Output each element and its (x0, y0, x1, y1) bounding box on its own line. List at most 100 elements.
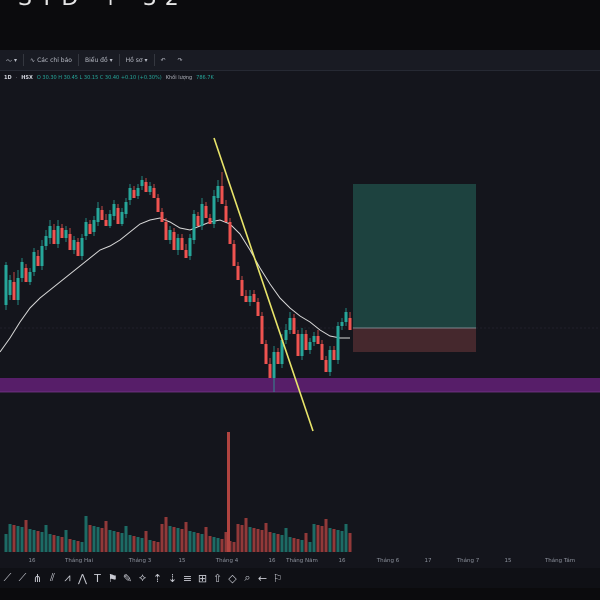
volume-bar (188, 531, 192, 552)
legend-separator: · (15, 75, 18, 81)
volume-bar (344, 524, 348, 552)
drawing-toolbar: ⟋ ⟋ ⋔ ⫽ ⩘ ⋀ T ⚑ ✎ ⟡ ⇡ ⇣ ≡ ⊞ ⇧ ◇ ⌕ ← ⚐ (0, 568, 600, 588)
ray-icon[interactable]: ⟋ (17, 571, 28, 585)
arrow-left-icon[interactable]: ← (257, 572, 268, 585)
indicators-icon: ∿ (30, 56, 36, 64)
volume-bar (32, 530, 36, 552)
note-icon[interactable]: ⚑ (107, 572, 118, 585)
candle-body (328, 350, 332, 372)
volume-bar (136, 537, 140, 552)
candle-body (144, 182, 148, 192)
candle-body (348, 318, 352, 330)
volume-bar (164, 517, 168, 552)
x-axis-tick-label: 16 (269, 558, 276, 564)
long-position-stop-zone (353, 328, 476, 352)
x-axis-tick-label: Tháng 7 (456, 557, 480, 564)
arrow-up-icon[interactable]: ⇧ (212, 572, 223, 585)
long-position-icon[interactable]: ⇡ (152, 572, 163, 585)
redo-button[interactable]: ↷ (172, 50, 189, 70)
text-icon[interactable]: T (92, 572, 103, 585)
candle-body (224, 206, 228, 222)
volume-bar (340, 531, 344, 552)
candle-body (196, 216, 200, 226)
channel-icon[interactable]: ⫽ (47, 571, 58, 585)
volume-bar (280, 535, 284, 552)
zoom-icon[interactable]: ⌕ (242, 571, 253, 585)
candle-body (68, 234, 72, 250)
chart-top-toolbar: 〜 ▾ ∿ Các chỉ báo Biểu đồ ▾ Hồ sơ ▾ ↶ ↷ (0, 50, 600, 71)
candle-body (52, 230, 56, 244)
x-axis-tick-label: 16 (29, 558, 36, 564)
candle-body (244, 296, 248, 302)
fib-icon[interactable]: ≡ (182, 572, 193, 585)
volume-bar (276, 534, 280, 552)
measure-icon[interactable]: ⟡ (137, 571, 148, 585)
volume-bar (192, 532, 196, 552)
candle-body (288, 318, 292, 330)
candle-body (176, 238, 180, 250)
legend-volume-label: Khối lượng (165, 75, 193, 81)
candle-body (84, 222, 88, 236)
candle-body (156, 198, 160, 212)
volume-bar (180, 529, 184, 552)
volume-bar (324, 519, 328, 552)
volume-bar (336, 530, 340, 552)
pattern-icon[interactable]: ⩘ (62, 571, 73, 585)
x-axis-tick-label: Tháng Hai (64, 557, 93, 564)
short-position-icon[interactable]: ⇣ (167, 572, 178, 585)
candle-body (304, 334, 308, 350)
profile-button[interactable]: Hồ sơ ▾ (120, 50, 154, 70)
line-style-button[interactable]: 〜 ▾ (0, 50, 23, 70)
x-axis-tick-label: Tháng 4 (215, 557, 239, 564)
candle-body (228, 222, 232, 244)
volume-bar (248, 527, 252, 552)
chart-legend: 1D · HSX O 30.30 H 30.45 L 30.15 C 30.40… (0, 73, 214, 83)
volume-bar (4, 534, 8, 552)
indicators-button[interactable]: ∿ Các chỉ báo (24, 50, 78, 70)
candle-body (116, 208, 120, 224)
candle-body (292, 318, 296, 334)
volume-bar (208, 536, 212, 552)
volume-bar (40, 532, 44, 552)
undo-button[interactable]: ↶ (155, 50, 172, 70)
chart-type-label: Biểu đồ (84, 56, 108, 64)
brush-icon[interactable]: ✎ (122, 572, 133, 585)
x-axis-tick-label: Tháng Tám (544, 557, 575, 564)
candle-body (312, 336, 316, 342)
volume-bar (236, 524, 240, 552)
volume-bar (256, 529, 260, 552)
pitchfork-icon[interactable]: ⋔ (32, 572, 43, 585)
volume-bar (84, 516, 88, 552)
price-chart[interactable]: 16 Tháng Hai Tháng 3 15 Tháng 4 16 Tháng Năm 16… (0, 84, 600, 568)
candle-body (344, 312, 348, 322)
candle-body (132, 190, 136, 198)
candle-body (20, 262, 24, 278)
volume-bar (72, 540, 76, 552)
candle-body (112, 204, 116, 216)
x-axis-tick-label: Tháng 6 (376, 557, 400, 564)
candle-body (160, 212, 164, 222)
gann-icon[interactable]: ⊞ (197, 572, 208, 585)
volume-bar (172, 527, 176, 552)
volume-bar (152, 541, 156, 552)
volume-bar (124, 526, 128, 552)
volume-bar (44, 525, 48, 552)
volume-bar (296, 539, 300, 552)
candle-body (148, 186, 152, 192)
candle-body (140, 180, 144, 186)
candle-body (28, 272, 32, 282)
wave-icon[interactable]: ⋀ (77, 572, 88, 585)
long-position-target-zone (353, 184, 476, 328)
candle-body (128, 188, 132, 200)
diamond-icon[interactable]: ◇ (227, 572, 238, 585)
chart-type-button[interactable]: Biểu đồ ▾ (79, 50, 119, 70)
candle-body (44, 236, 48, 246)
profile-label: Hồ sơ (125, 56, 143, 64)
trend-line-icon[interactable]: ⟋ (2, 571, 13, 585)
candle-body (308, 342, 312, 350)
candle-body (56, 226, 60, 244)
candle-body (48, 226, 52, 238)
flag-icon[interactable]: ⚐ (272, 572, 283, 585)
candle-body (12, 282, 16, 300)
volume-bar (96, 527, 100, 552)
